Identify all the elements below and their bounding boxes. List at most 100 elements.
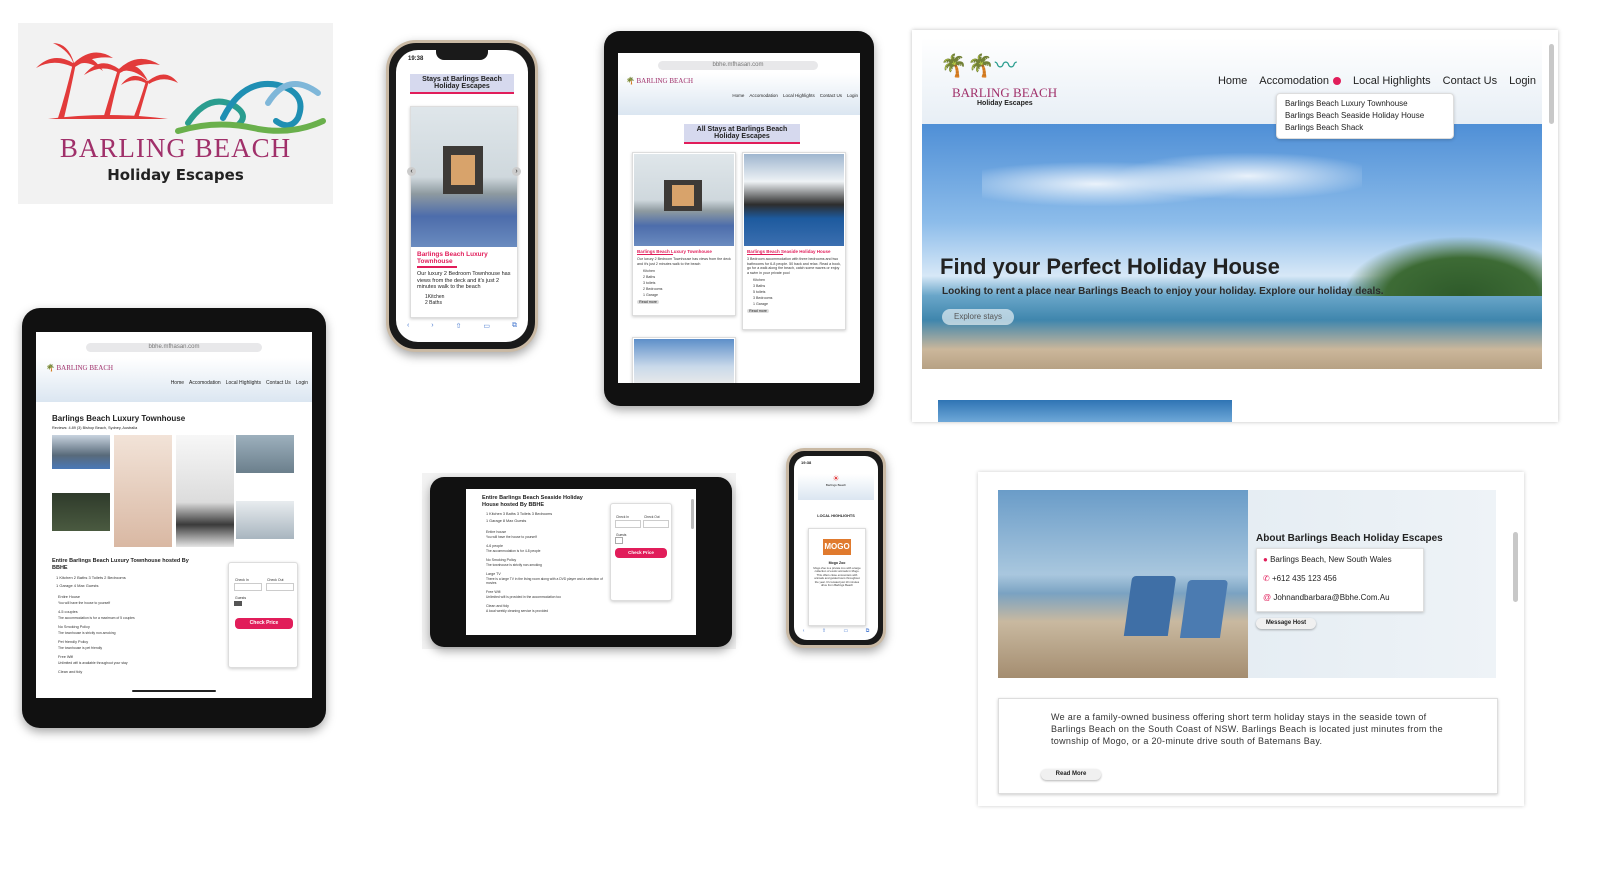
feature-text: Unlimited wifi is available throughout y… xyxy=(58,661,128,665)
nav-home[interactable]: Home xyxy=(171,380,184,386)
share-icon[interactable]: ⇧ xyxy=(456,322,462,334)
guests-select[interactable] xyxy=(234,601,242,606)
contact-row: ● Barlings Beach, New South Wales xyxy=(1263,555,1392,564)
feature-text: You will have the house to yourself xyxy=(486,535,537,539)
email-icon: @ xyxy=(1263,593,1272,602)
highlight-card[interactable]: MOGO Mogo Zoo Mogo Zoo is a private zoo … xyxy=(808,528,866,626)
read-more-button[interactable]: Read more xyxy=(747,309,769,313)
contact-phone[interactable]: +612 435 123 456 xyxy=(1272,574,1337,583)
stay-card-next[interactable] xyxy=(632,337,736,383)
feature-text: The townhouse is strictly non-smoking xyxy=(486,563,542,567)
status-time: 19:38 xyxy=(801,460,812,465)
tablet-detail-screen: bbhe.mfhasan.com 🌴 BARLING BEACH Home Ac… xyxy=(36,332,312,698)
phone-icon: ✆ xyxy=(1263,574,1270,583)
feature-item: Free Wifi Unlimited wifi is available thr… xyxy=(58,654,218,666)
dropdown-item-seaside[interactable]: Barlings Beach Seaside Holiday House xyxy=(1285,110,1445,122)
tabs-icon[interactable]: ⧉ xyxy=(866,628,870,634)
gallery-photo[interactable] xyxy=(52,435,110,469)
stay-card-seaside[interactable]: Barlings Beach Seaside Holiday House 3 B… xyxy=(742,152,846,330)
nav-local-highlights[interactable]: Local Highlights xyxy=(226,380,261,386)
gallery-photo[interactable] xyxy=(236,435,294,473)
stay-card-townhouse[interactable]: Barlings Beach Luxury Townhouse Our luxu… xyxy=(632,152,736,316)
address-bar[interactable]: bbhe.mfhasan.com xyxy=(86,343,262,352)
nav-login[interactable]: Login xyxy=(1509,75,1536,87)
back-icon[interactable]: ‹ xyxy=(407,322,409,334)
read-more-button[interactable]: Read more xyxy=(637,300,659,304)
message-host-button[interactable]: Message Host xyxy=(1256,618,1316,629)
amenity-baths: 2 Baths xyxy=(425,299,442,306)
nav-login[interactable]: Login xyxy=(847,93,858,98)
nav-login[interactable]: Login xyxy=(296,380,308,386)
nav-home[interactable]: Home xyxy=(732,93,744,98)
share-icon[interactable]: ⇧ xyxy=(822,628,826,634)
nav-accommodation[interactable]: Accomodation xyxy=(1259,75,1329,87)
check-price-button[interactable]: Check Price xyxy=(235,618,293,629)
dropdown-item-townhouse[interactable]: Barlings Beach Luxury Townhouse xyxy=(1285,98,1445,110)
highlights-heading: LOCAL HIGHLIGHTS xyxy=(817,514,855,518)
dropdown-item-shack[interactable]: Barlings Beach Shack xyxy=(1285,122,1445,134)
header-logo-icon: 🌴 BARLING BEACH xyxy=(46,364,114,372)
nav-home[interactable]: Home xyxy=(1218,75,1247,87)
townhouse-image xyxy=(634,154,734,246)
forward-icon[interactable]: › xyxy=(431,322,433,334)
header-logo-icon: 🌴 BARLING BEACH xyxy=(626,77,694,85)
logo-brand-text: BARLING BEACH xyxy=(59,133,292,163)
nav-contact[interactable]: Contact Us xyxy=(1443,75,1497,87)
nav-accommodation[interactable]: Accomodation xyxy=(189,380,221,386)
vertical-scrollbar[interactable] xyxy=(691,499,694,529)
nav-local-highlights[interactable]: Local Highlights xyxy=(783,93,815,98)
booking-widget: Check In Check Out Guests Check Price xyxy=(228,562,298,668)
landscape-title: Entire Barlings Beach Seaside Holiday Ho… xyxy=(482,495,583,508)
mini-header: ☀ Barlings Beach xyxy=(798,474,874,500)
feature-text: Unlimited wifi is provided in the accomm… xyxy=(486,595,561,599)
about-title: About Barlings Beach Holiday Escapes xyxy=(1256,533,1443,544)
feature-text: The accommodation is for a maximum of 5 … xyxy=(58,616,135,620)
vertical-scrollbar[interactable] xyxy=(1549,44,1554,124)
nav-contact[interactable]: Contact Us xyxy=(820,93,842,98)
logo-tagline-text: Holiday Escapes xyxy=(107,166,244,184)
tabs-icon[interactable]: ⧉ xyxy=(512,322,517,334)
gallery-photo[interactable] xyxy=(114,435,172,547)
carousel-prev-icon[interactable]: ‹ xyxy=(407,167,416,176)
gallery-photo[interactable] xyxy=(236,501,294,539)
bookmarks-icon[interactable]: ▭ xyxy=(844,628,849,634)
desktop-home-window: 🌴🌴〰 BARLING BEACH Holiday Escapes Home A… xyxy=(912,30,1558,422)
guests-select[interactable] xyxy=(615,537,623,544)
bookmarks-icon[interactable]: ▭ xyxy=(483,322,490,334)
seaside-title[interactable]: Barlings Beach Seaside Holiday House xyxy=(743,247,845,254)
checkout-input[interactable] xyxy=(643,520,669,528)
nav-contact[interactable]: Contact Us xyxy=(266,380,291,386)
feature-item: Pet friendly Policy The townhouse is pet … xyxy=(58,639,218,651)
feature-item: 4-5 couples The accommodation is for a ma… xyxy=(58,609,218,621)
checkin-input[interactable] xyxy=(234,583,262,591)
vertical-scrollbar[interactable] xyxy=(1513,532,1518,602)
header-logo-brand: BARLING BEACH xyxy=(952,85,1058,100)
gallery-photo[interactable] xyxy=(52,493,110,531)
highlight-text: Mogo Zoo is a private zoo with a large c… xyxy=(813,566,861,588)
address-bar[interactable]: bbhe.mfhasan.com xyxy=(658,61,818,70)
nav-accommodation[interactable]: Accomodation xyxy=(749,93,778,98)
feature-text: The townhouse is pet friendly xyxy=(58,646,103,650)
townhouse-title[interactable]: Barlings Beach Luxury Townhouse xyxy=(633,247,735,254)
feature-text: The accommodation is for 4-8 people xyxy=(486,549,541,553)
checkin-input[interactable] xyxy=(615,520,641,528)
explore-stays-button[interactable]: Explore stays xyxy=(942,309,1014,325)
checkout-input[interactable] xyxy=(266,583,294,591)
feature-text: The townhouse is strictly non-smoking xyxy=(58,631,116,635)
dropdown-chevron-icon[interactable] xyxy=(1333,77,1341,85)
back-icon[interactable]: ‹ xyxy=(803,628,805,634)
tablet-stays-mockup: bbhe.mfhasan.com 🌴 BARLING BEACH Home Ac… xyxy=(604,31,874,406)
next-stay-image xyxy=(634,339,734,383)
check-price-button[interactable]: Check Price xyxy=(615,548,667,558)
amenities-line: 1 Kitchen 3 Baths 3 Toilets 3 Bedrooms xyxy=(486,512,553,516)
tablet-landscape-mockup: Entire Barlings Beach Seaside Holiday Ho… xyxy=(430,477,732,647)
nav-local-highlights[interactable]: Local Highlights xyxy=(1353,75,1431,87)
contact-email[interactable]: Johnandbarbara@Bbhe.Com.Au xyxy=(1273,593,1389,602)
stay-card[interactable]: ‹ › Barlings Beach Luxury Townhouse Our … xyxy=(407,106,521,318)
read-more-button[interactable]: Read More xyxy=(1041,769,1101,780)
photo-gallery[interactable] xyxy=(52,435,294,547)
gallery-photo[interactable] xyxy=(176,435,234,547)
carousel-next-icon[interactable]: › xyxy=(512,167,521,176)
stay-card-title[interactable]: Barlings Beach Luxury Townhouse xyxy=(411,247,517,266)
host-subtitle: Entire Barlings Beach Luxury Townhouse h… xyxy=(52,558,189,571)
